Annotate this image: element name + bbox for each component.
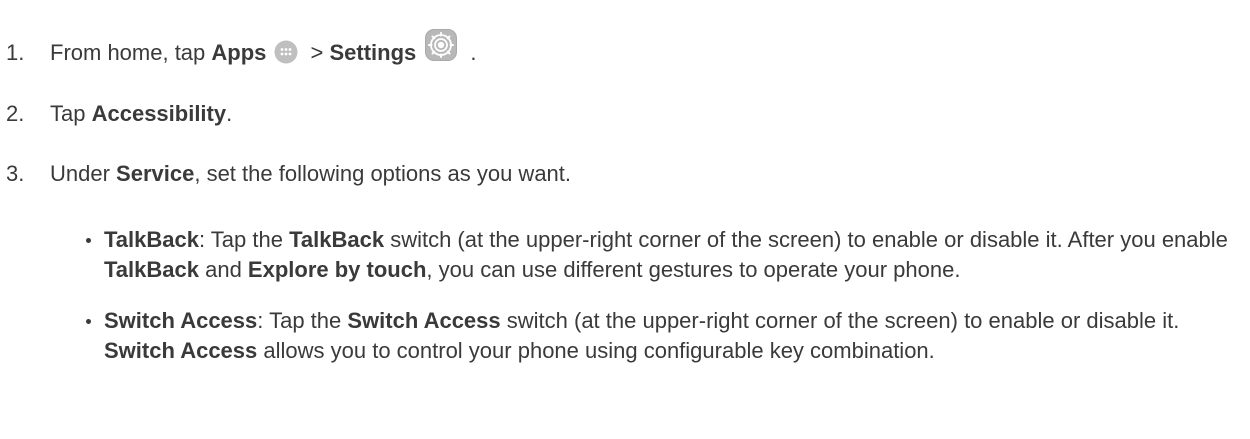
switch-access-term-3: Switch Access <box>104 338 258 363</box>
step-2-accessibility-label: Accessibility <box>91 101 227 126</box>
talkback-term-3: TalkBack <box>104 257 199 282</box>
bullet-dot <box>86 238 91 243</box>
apps-icon <box>274 40 298 64</box>
explore-by-touch-term: Explore by touch <box>247 257 427 282</box>
step-1-text-3: . <box>464 40 477 65</box>
step-1-settings-label: Settings <box>329 40 417 65</box>
talkback-text-3: and <box>198 257 248 282</box>
talkback-text-4: , you can use different gestures to oper… <box>426 257 961 282</box>
step-2: 2. Tap Accessibility. <box>0 100 232 128</box>
talkback-term: TalkBack <box>104 227 199 252</box>
switch-access-term-2: Switch Access <box>347 308 501 333</box>
switch-access-text-1: : Tap the <box>257 308 348 333</box>
step-3-service-label: Service <box>116 161 195 186</box>
step-2-number: 2. <box>6 101 25 126</box>
talkback-text-1: : Tap the <box>198 227 290 252</box>
talkback-text-2: switch (at the upper-right corner of the… <box>384 227 1228 252</box>
step-2-text-1: Tap <box>50 101 92 126</box>
switch-access-text-2: switch (at the upper-right corner of the… <box>500 308 1180 333</box>
step-1-text-1: From home, tap <box>50 40 212 65</box>
step-1: 1. From home, tap Apps > Settings . <box>0 28 477 67</box>
settings-gear-icon <box>424 28 458 62</box>
switch-access-term: Switch Access <box>104 308 258 333</box>
step-1-apps-label: Apps <box>211 40 267 65</box>
talkback-term-2: TalkBack <box>289 227 385 252</box>
step-2-text-2: . <box>226 101 233 126</box>
step-3: 3. Under Service, set the following optio… <box>0 160 571 188</box>
step-1-number: 1. <box>6 40 25 65</box>
step-3-number: 3. <box>6 161 25 186</box>
switch-access-text-3: allows you to control your phone using c… <box>257 338 935 363</box>
bullet-talkback: TalkBack: Tap the TalkBack switch (at th… <box>86 225 1236 285</box>
step-3-text-1: Under <box>50 161 117 186</box>
bullet-switch-access: Switch Access: Tap the Switch Access swi… <box>86 306 1236 366</box>
bullet-dot <box>86 319 91 324</box>
step-3-text-2: , set the following options as you want. <box>194 161 572 186</box>
document: 1. From home, tap Apps > Settings . 2. T… <box>0 0 1250 439</box>
step-1-text-2: > <box>304 40 330 65</box>
options-list: TalkBack: Tap the TalkBack switch (at th… <box>86 225 1236 366</box>
